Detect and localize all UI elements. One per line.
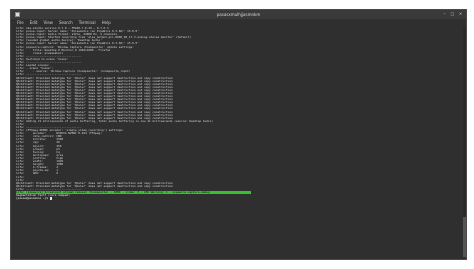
menu-search[interactable]: Search xyxy=(59,19,73,26)
menu-edit[interactable]: Edit xyxy=(30,19,38,26)
window-controls: – □ × xyxy=(442,11,463,16)
minimize-button[interactable]: – xyxy=(442,11,447,16)
title-bar: pasasxmulhjjasmnkm – □ × xyxy=(11,10,466,19)
menu-view[interactable]: View xyxy=(43,19,53,26)
terminal-output[interactable]: info: obs-studio version 0.7.0 ~ FEA00.7… xyxy=(16,27,462,257)
window-title: pasasxmulhjjasmnkm xyxy=(216,12,261,17)
menu-file[interactable]: File xyxy=(17,19,24,26)
scrollbar-thumb[interactable] xyxy=(463,217,466,257)
terminal-line-text: info: Adding 21 milliseconds of audio bu… xyxy=(16,119,214,123)
maximize-button[interactable]: □ xyxy=(450,11,455,16)
shell-prompt-line: [pasas@pasasbox ~]$ xyxy=(16,197,462,201)
terminal-line-text: [pasas@pasasbox ~]$ xyxy=(16,197,50,201)
terminal-scrollbar[interactable] xyxy=(463,27,466,257)
menu-help[interactable]: Help xyxy=(102,19,111,26)
text-cursor xyxy=(49,197,52,201)
close-button[interactable]: × xyxy=(458,11,463,16)
menu-bar: File Edit View Search Terminal Help xyxy=(11,19,466,26)
terminal-window: pasasxmulhjjasmnkm – □ × File Edit View … xyxy=(10,9,467,260)
menu-terminal[interactable]: Terminal xyxy=(79,19,96,26)
